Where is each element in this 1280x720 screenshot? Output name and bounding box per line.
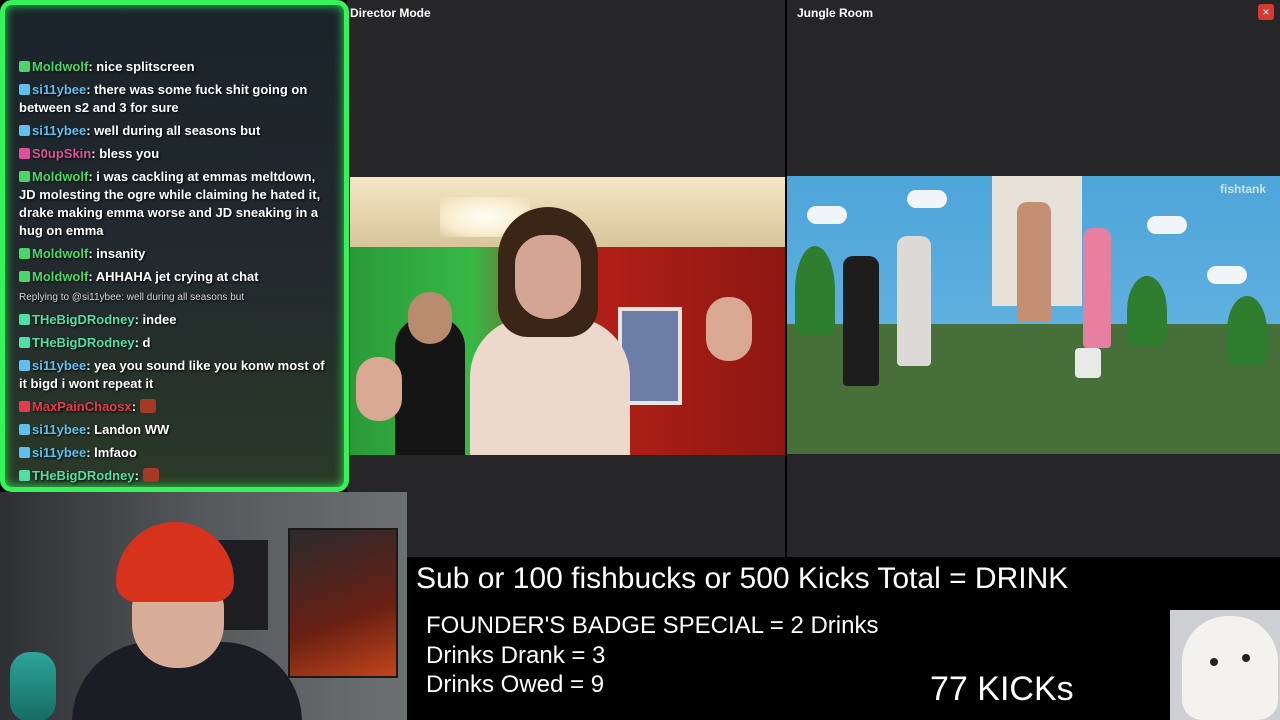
user-badge-icon xyxy=(19,84,30,95)
microphone xyxy=(10,652,56,720)
chat-message: THeBigDRodney: d xyxy=(19,331,331,354)
jungle-room-panel: Jungle Room × fishtank xyxy=(787,0,1280,557)
user-badge-icon xyxy=(19,470,30,481)
chat-text: lmfaoo xyxy=(94,445,137,460)
chat-message: THeBigDRodney: xyxy=(19,464,331,487)
chat-username[interactable]: si11ybee xyxy=(32,123,86,138)
red-beanie xyxy=(116,522,234,602)
person-shirt xyxy=(470,317,630,455)
chat-username[interactable]: THeBigDRodney xyxy=(32,335,135,350)
user-badge-icon xyxy=(19,148,30,159)
chat-message: Moldwolf: AHHAHA jet crying at chat xyxy=(19,265,331,288)
fishtank-watermark: fishtank xyxy=(1219,182,1266,196)
streamer-webcam xyxy=(0,492,407,720)
jungle-room-video-feed[interactable]: fishtank xyxy=(787,176,1280,454)
chat-message: Moldwolf: insanity xyxy=(19,242,331,265)
user-badge-icon xyxy=(19,248,30,259)
person-figure xyxy=(843,256,879,386)
chat-text: d xyxy=(142,335,151,350)
emote-icon xyxy=(142,468,159,482)
chat-message: Moldwolf: nice splitscreen xyxy=(19,55,331,78)
user-badge-icon xyxy=(19,125,30,136)
plant xyxy=(1127,276,1167,346)
person-figure xyxy=(897,236,931,366)
user-badge-icon xyxy=(19,271,30,282)
white-dog xyxy=(1182,616,1278,720)
chat-username[interactable]: Moldwolf xyxy=(32,269,88,284)
chat-panel[interactable]: Moldwolf: nice splitscreen si11ybee: ther… xyxy=(0,0,349,492)
chat-message: Moldwolf: i was cackling at emmas meltdo… xyxy=(19,169,321,238)
plant xyxy=(795,246,835,336)
chat-message: THeBigDRodney: indee xyxy=(19,308,331,331)
chat-username[interactable]: si11ybee xyxy=(32,358,86,373)
wall-cloud xyxy=(807,206,847,224)
chat-reply-line: Replying to @si11ybee: well during all s… xyxy=(19,288,331,308)
emote-icon xyxy=(139,399,156,413)
director-mode-panel: Director Mode xyxy=(347,0,785,557)
chat-text: indee xyxy=(142,312,177,327)
wall-cloud xyxy=(1147,216,1187,234)
chat-username[interactable]: Moldwolf xyxy=(32,169,88,184)
chat-message: si11ybee: Landon WW xyxy=(19,418,331,441)
user-badge-icon xyxy=(19,337,30,348)
chat-message: si11ybee: yea you sound like you konw mo… xyxy=(19,358,325,391)
user-badge-icon xyxy=(19,401,30,412)
user-badge-icon xyxy=(19,447,30,458)
chat-username[interactable]: si11ybee xyxy=(32,445,86,460)
chat-text: Landon WW xyxy=(94,422,170,437)
chat-username[interactable]: THeBigDRodney xyxy=(32,468,135,483)
director-video-feed[interactable] xyxy=(350,177,785,455)
founders-badge-special: FOUNDER'S BADGE SPECIAL = 2 Drinks xyxy=(426,612,879,639)
warcraft-poster xyxy=(288,528,398,678)
chat-message: MaxPainChaosx: xyxy=(19,395,331,418)
chat-username[interactable]: MaxPainChaosx xyxy=(32,399,132,414)
person-figure xyxy=(1083,228,1111,348)
chat-message: si11ybee: well during all seasons but xyxy=(19,119,331,142)
left-hand xyxy=(356,357,402,421)
director-mode-title: Director Mode xyxy=(350,6,431,20)
background-person-head xyxy=(408,292,452,344)
chat-messages: Moldwolf: nice splitscreen si11ybee: ther… xyxy=(19,55,331,487)
user-badge-icon xyxy=(19,314,30,325)
jungle-room-title: Jungle Room xyxy=(797,6,874,20)
plant xyxy=(1227,296,1267,366)
wall-cloud xyxy=(907,190,947,208)
right-hand xyxy=(706,297,752,361)
streamer-person xyxy=(470,207,630,455)
chat-username[interactable]: S0upSkin xyxy=(32,146,91,161)
drink-rule-headline: Sub or 100 fishbucks or 500 Kicks Total … xyxy=(416,562,1069,595)
chat-text: AHHAHA jet crying at chat xyxy=(95,269,259,284)
bucket xyxy=(1075,348,1101,378)
reply-text: Replying to @si11ybee: well during all s… xyxy=(19,292,245,303)
chat-username[interactable]: si11ybee xyxy=(32,82,86,97)
chat-username[interactable]: THeBigDRodney xyxy=(32,312,135,327)
user-badge-icon xyxy=(19,171,30,182)
drinks-owed: Drinks Owed = 9 xyxy=(426,671,605,698)
chat-text: well during all seasons but xyxy=(94,123,261,138)
chat-text: insanity xyxy=(96,246,146,261)
chat-message: si11ybee: there was some fuck shit going… xyxy=(19,82,308,115)
kicks-counter: 77 KICKs xyxy=(930,670,1074,708)
chat-text: nice splitscreen xyxy=(96,59,195,74)
user-badge-icon xyxy=(19,61,30,72)
chat-username[interactable]: Moldwolf xyxy=(32,246,88,261)
chat-username[interactable]: Moldwolf xyxy=(32,59,88,74)
chat-message: S0upSkin: bless you xyxy=(19,142,331,165)
chat-message: si11ybee: lmfaoo xyxy=(19,441,331,464)
user-badge-icon xyxy=(19,424,30,435)
dog-eye xyxy=(1210,658,1218,666)
person-figure xyxy=(1017,202,1051,322)
dog-eye xyxy=(1242,654,1250,662)
drinks-drank: Drinks Drank = 3 xyxy=(426,642,606,669)
dog-photo xyxy=(1170,610,1280,720)
close-button[interactable]: × xyxy=(1258,4,1274,20)
wall-cloud xyxy=(1207,266,1247,284)
chat-text: bless you xyxy=(99,146,160,161)
chat-username[interactable]: si11ybee xyxy=(32,422,86,437)
person-face xyxy=(515,235,581,319)
user-badge-icon xyxy=(19,360,30,371)
